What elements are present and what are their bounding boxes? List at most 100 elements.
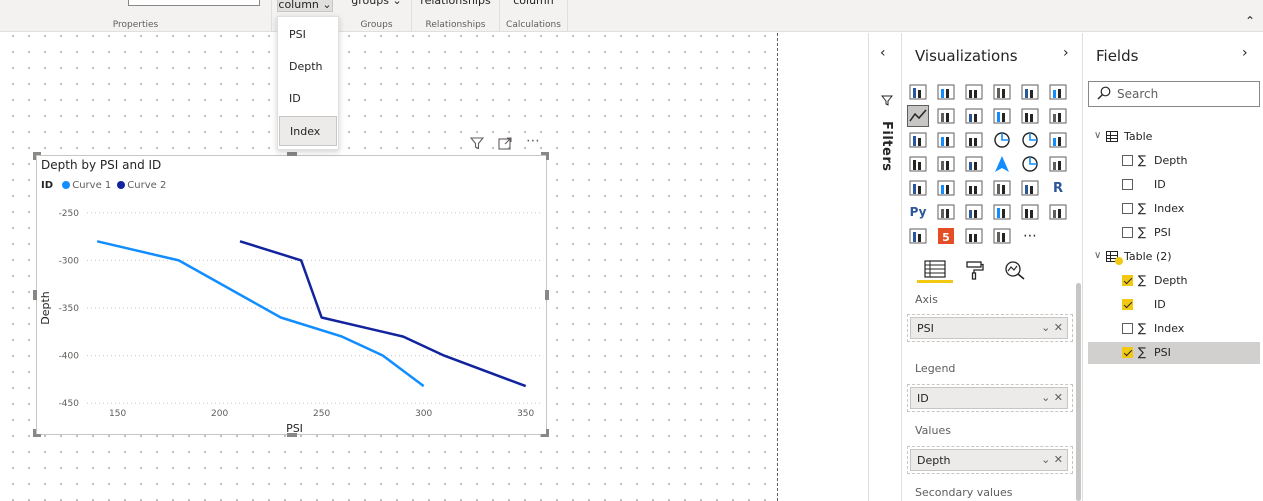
dropdown-option-index[interactable]: Index (279, 116, 337, 146)
filled-map-icon[interactable] (935, 153, 957, 175)
ribbon-chart-icon[interactable] (1047, 105, 1069, 127)
field-item[interactable]: ∑ PSI (1088, 342, 1260, 364)
collapse-ribbon-icon[interactable]: ⌃ (1245, 14, 1255, 28)
resize-handle[interactable] (546, 152, 549, 160)
axis-field-pill[interactable]: PSI ⌄ ✕ (910, 317, 1068, 339)
field-item[interactable]: ∑ Index (1088, 318, 1260, 340)
properties-combo[interactable] (128, 0, 260, 6)
analytics-magnifier-icon[interactable] (997, 257, 1033, 283)
pane-scrollbar[interactable] (1076, 283, 1081, 501)
chevron-right-icon[interactable]: › (1063, 45, 1069, 61)
values-well[interactable]: Depth ⌄ ✕ (907, 446, 1073, 474)
100-stacked-bar-icon[interactable] (1019, 81, 1041, 103)
format-paint-roller-icon[interactable] (957, 257, 993, 283)
smart-narrative-icon[interactable] (1019, 201, 1041, 223)
card-icon[interactable] (1047, 153, 1069, 175)
field-item[interactable]: ID (1088, 294, 1260, 316)
close-icon[interactable]: ✕ (1054, 321, 1063, 334)
dropdown-option-psi[interactable]: PSI (279, 20, 337, 50)
dropdown-option-id[interactable]: ID (279, 84, 337, 114)
qa-icon[interactable] (991, 201, 1013, 223)
stacked-bar-icon[interactable] (907, 81, 929, 103)
r-visual-icon[interactable]: R (1047, 177, 1069, 199)
field-checkbox[interactable] (1122, 275, 1133, 286)
pie-icon[interactable] (991, 129, 1013, 151)
line-chart-visual[interactable]: Depth by PSI and ID ID Curve 1 Curve 2 -2… (36, 155, 547, 435)
table-node[interactable]: ∨ Table (1088, 126, 1260, 148)
chevron-down-icon[interactable]: ⌄ (1041, 391, 1050, 404)
field-item[interactable]: ∑ PSI (1088, 222, 1260, 244)
slicer-icon[interactable] (963, 177, 985, 199)
new-column-button[interactable]: column (500, 0, 567, 7)
close-icon[interactable]: ✕ (1054, 453, 1063, 466)
field-item[interactable]: ID (1088, 174, 1260, 196)
resize-handle[interactable] (545, 290, 549, 300)
resize-handle[interactable] (33, 429, 36, 437)
chevron-down-icon[interactable]: ⌄ (1041, 321, 1050, 334)
power-apps-icon[interactable] (907, 225, 929, 247)
field-checkbox[interactable] (1122, 347, 1133, 358)
gauge-icon[interactable] (1019, 153, 1041, 175)
azure-map-icon[interactable] (991, 153, 1013, 175)
close-icon[interactable]: ✕ (1054, 391, 1063, 404)
map-icon[interactable] (907, 153, 929, 175)
html-content-icon[interactable]: 5 (935, 225, 957, 247)
filters-pane-collapsed[interactable]: ‹ Filters (868, 33, 902, 501)
field-item[interactable]: ∑ Index (1088, 198, 1260, 220)
chevron-down-icon[interactable]: ⌄ (1041, 453, 1050, 466)
line-stacked-column-icon[interactable] (991, 105, 1013, 127)
collapse-chevron-icon[interactable]: ∨ (1094, 130, 1101, 141)
axis-well[interactable]: PSI ⌄ ✕ (907, 314, 1073, 342)
field-checkbox[interactable] (1122, 179, 1133, 190)
fields-tab-icon[interactable] (917, 257, 953, 283)
table-icon[interactable] (991, 177, 1013, 199)
values-field-pill[interactable]: Depth ⌄ ✕ (910, 449, 1068, 471)
key-influencers-icon[interactable] (935, 201, 957, 223)
filter-icon[interactable] (469, 137, 485, 153)
waterfall-icon[interactable] (907, 129, 929, 151)
area-chart-icon[interactable] (935, 105, 957, 127)
line-clustered-column-icon[interactable] (1019, 105, 1041, 127)
100-stacked-column-icon[interactable] (1047, 81, 1069, 103)
field-item[interactable]: ∑ Depth (1088, 270, 1260, 292)
focus-mode-icon[interactable] (498, 137, 512, 153)
field-checkbox[interactable] (1122, 227, 1133, 238)
manage-relationships-button[interactable]: relationships (412, 0, 499, 7)
clustered-bar-icon[interactable] (963, 81, 985, 103)
more-visuals-icon[interactable]: ⋯ (1019, 225, 1041, 247)
resize-handle[interactable] (287, 152, 297, 156)
donut-icon[interactable] (1019, 129, 1041, 151)
fields-search-input[interactable]: Search (1088, 81, 1260, 107)
field-checkbox[interactable] (1122, 299, 1133, 310)
stacked-column-icon[interactable] (935, 81, 957, 103)
resize-handle[interactable] (546, 429, 549, 437)
more-options-icon[interactable]: ⋯ (526, 133, 540, 149)
multi-row-card-icon[interactable] (907, 177, 929, 199)
resize-handle[interactable] (287, 433, 297, 437)
paginated-report-icon[interactable] (1047, 201, 1069, 223)
line-chart-icon[interactable] (907, 105, 929, 127)
stacked-area-icon[interactable] (963, 105, 985, 127)
decomposition-tree-icon[interactable] (963, 201, 985, 223)
chevron-left-icon[interactable]: ‹ (880, 45, 886, 61)
field-checkbox[interactable] (1122, 323, 1133, 334)
treemap-icon[interactable] (1047, 129, 1069, 151)
resize-handle[interactable] (33, 152, 36, 160)
scatter-icon[interactable] (963, 129, 985, 151)
dropdown-option-depth[interactable]: Depth (279, 52, 337, 82)
collapse-chevron-icon[interactable]: ∨ (1094, 250, 1101, 261)
chevron-right-icon[interactable]: › (1242, 45, 1248, 61)
matrix-icon[interactable] (1019, 177, 1041, 199)
field-item[interactable]: ∑ Depth (1088, 150, 1260, 172)
table-node[interactable]: ∨ Table (2) (1088, 246, 1260, 268)
sort-by-column-button[interactable]: column ⌄ (277, 0, 333, 12)
field-checkbox[interactable] (1122, 203, 1133, 214)
legend-field-pill[interactable]: ID ⌄ ✕ (910, 387, 1068, 409)
kpi-icon[interactable] (935, 177, 957, 199)
resize-handle[interactable] (33, 290, 37, 300)
python-visual-icon[interactable]: Py (907, 201, 929, 223)
shape-map-icon[interactable] (963, 153, 985, 175)
gantt-icon[interactable] (963, 225, 985, 247)
filters-label[interactable]: Filters (879, 121, 894, 171)
power-automate-icon[interactable] (991, 225, 1013, 247)
